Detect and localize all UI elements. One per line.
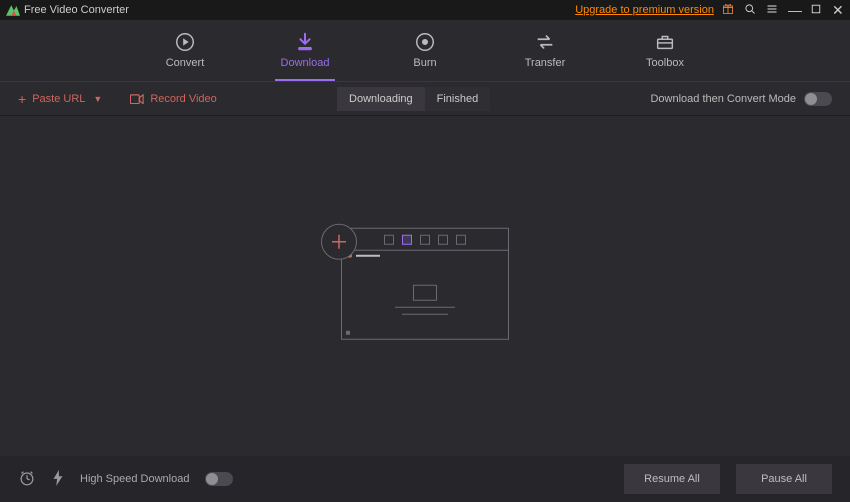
resume-all-button[interactable]: Resume All (624, 464, 720, 494)
nav-download[interactable]: Download (275, 20, 335, 81)
nav-label: Transfer (525, 57, 566, 69)
record-icon (130, 94, 144, 104)
add-circle-icon[interactable] (321, 224, 357, 260)
nav-label: Convert (166, 57, 205, 69)
nav-label: Toolbox (646, 57, 684, 69)
plus-icon: + (18, 92, 26, 106)
toolbox-icon (654, 31, 676, 53)
burn-icon (414, 31, 436, 53)
record-video-button[interactable]: Record Video (130, 93, 216, 105)
maximize-icon[interactable] (810, 3, 822, 18)
app-title: Free Video Converter (24, 4, 129, 16)
button-label: Paste URL (32, 93, 85, 105)
convert-mode-toggle[interactable] (804, 92, 832, 106)
empty-state-graphic (341, 228, 509, 340)
minimize-icon[interactable]: — (788, 4, 800, 16)
high-speed-toggle[interactable] (205, 472, 233, 486)
nav-label: Download (281, 57, 330, 69)
nav-toolbox[interactable]: Toolbox (635, 20, 695, 81)
tab-downloading[interactable]: Downloading (337, 87, 425, 111)
transfer-icon (534, 31, 556, 53)
paste-url-button[interactable]: + Paste URL ▼ (18, 92, 102, 106)
download-status-tabs: Downloading Finished (337, 87, 490, 111)
convert-mode-row: Download then Convert Mode (650, 92, 832, 106)
search-icon[interactable] (744, 3, 756, 18)
footer-bar: High Speed Download Resume All Pause All (0, 456, 850, 502)
nav-label: Burn (413, 57, 436, 69)
download-canvas (0, 116, 850, 456)
bolt-icon (52, 470, 64, 489)
nav-convert[interactable]: Convert (155, 20, 215, 81)
app-logo-icon (6, 5, 20, 16)
mode-label: Download then Convert Mode (650, 93, 796, 105)
schedule-icon[interactable] (18, 469, 36, 490)
tab-finished[interactable]: Finished (425, 87, 491, 111)
toolbar: + Paste URL ▼ Record Video Downloading F… (0, 82, 850, 116)
title-bar: Free Video Converter Upgrade to premium … (0, 0, 850, 20)
convert-icon (174, 31, 196, 53)
menu-icon[interactable] (766, 3, 778, 18)
high-speed-label: High Speed Download (80, 473, 189, 485)
close-icon[interactable]: ✕ (832, 4, 844, 16)
chevron-down-icon: ▼ (93, 94, 102, 104)
nav-burn[interactable]: Burn (395, 20, 455, 81)
upgrade-premium-link[interactable]: Upgrade to premium version (575, 4, 714, 16)
main-nav: Convert Download Burn Transfer Toolbox (0, 20, 850, 82)
pause-all-button[interactable]: Pause All (736, 464, 832, 494)
browser-mock-icon (341, 228, 509, 340)
button-label: Record Video (150, 93, 216, 105)
download-icon (294, 31, 316, 53)
gift-icon[interactable] (722, 3, 734, 18)
nav-transfer[interactable]: Transfer (515, 20, 575, 81)
